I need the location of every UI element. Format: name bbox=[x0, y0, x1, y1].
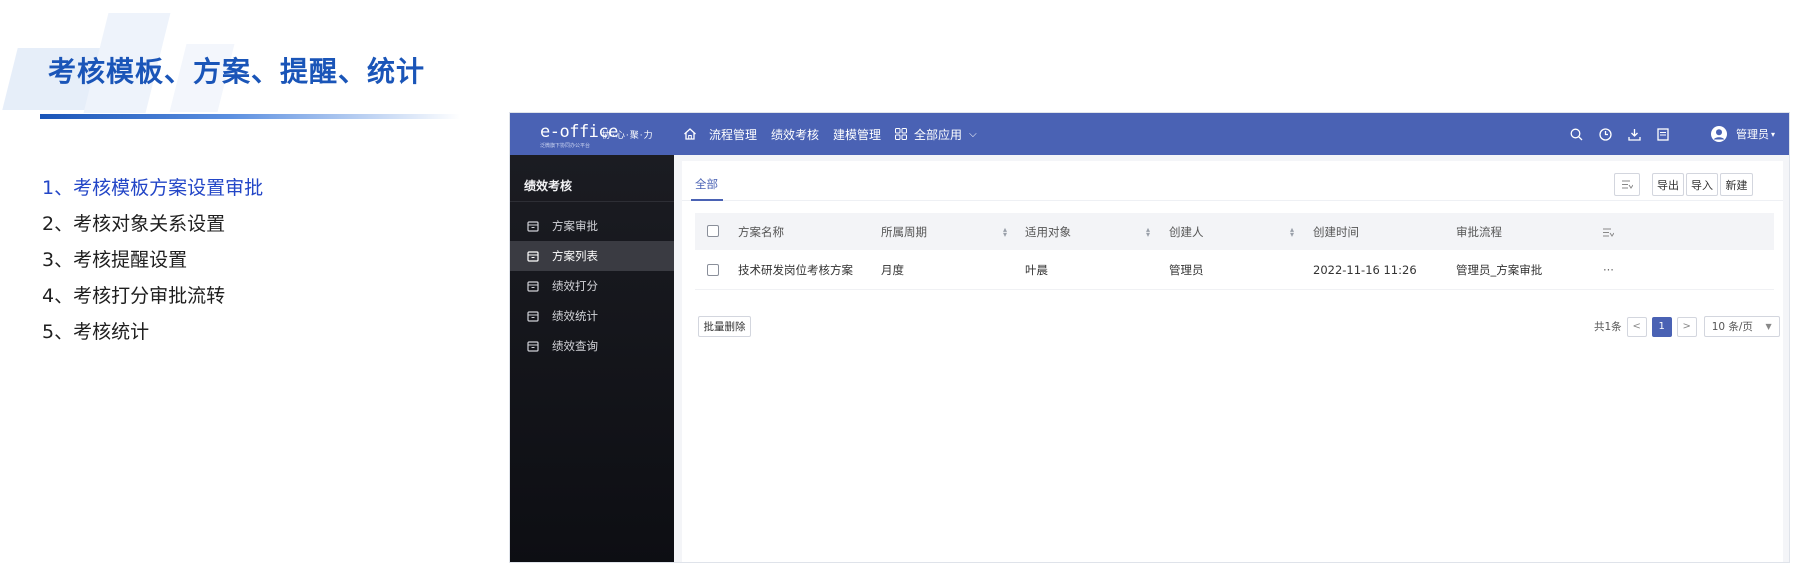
slogan: 协·心·聚·力 bbox=[602, 131, 654, 141]
sidebar-item-label: 方案列表 bbox=[552, 249, 598, 263]
sidebar-item-plan-approval[interactable]: 方案审批 bbox=[510, 211, 674, 241]
filter-settings-button[interactable] bbox=[1614, 173, 1640, 196]
approval-flow-cell: 管理员_方案审批 bbox=[1456, 262, 1543, 277]
user-name: 管理员 bbox=[1735, 128, 1769, 141]
tab-indicator bbox=[691, 199, 723, 201]
agenda-item: 4、考核打分审批流转 bbox=[42, 285, 226, 307]
total-count: 共1条 bbox=[1594, 321, 1622, 333]
title-underline bbox=[40, 114, 460, 119]
home-icon[interactable] bbox=[683, 126, 699, 142]
folder-icon bbox=[527, 221, 539, 232]
sort-icon[interactable]: ▴ ▾ bbox=[1146, 226, 1150, 239]
sort-icon[interactable]: ▴ ▾ bbox=[1003, 226, 1007, 239]
column-header: 方案名称 bbox=[738, 224, 784, 239]
target-cell: 叶晨 bbox=[1025, 262, 1048, 277]
top-icons bbox=[1555, 113, 1671, 155]
caret-down-icon: ▾ bbox=[1770, 129, 1775, 139]
main-content: 全部 导出 导入 新建 方案名称 所属周期 ▴ ▾ 适用对象 ▴ ▾ 创建人 ▴ ▾ … bbox=[674, 155, 1789, 562]
sort-icon[interactable]: ▴ ▾ bbox=[1290, 226, 1294, 239]
table-header: 方案名称 所属周期 ▴ ▾ 适用对象 ▴ ▾ 创建人 ▴ ▾ 创建时间 审批流程 bbox=[695, 213, 1774, 250]
agenda-item: 5、考核统计 bbox=[42, 321, 150, 343]
content-panel: 全部 导出 导入 新建 方案名称 所属周期 ▴ ▾ 适用对象 ▴ ▾ 创建人 ▴ ▾ … bbox=[682, 161, 1783, 562]
page-size-value: 10 条/页 bbox=[1711, 321, 1753, 333]
select-all-checkbox[interactable] bbox=[707, 225, 719, 237]
sidebar-heading: 绩效考核 bbox=[524, 179, 573, 193]
download-icon[interactable] bbox=[1626, 126, 1642, 142]
agenda-item: 2、考核对象关系设置 bbox=[42, 213, 226, 235]
folder-icon bbox=[527, 281, 539, 292]
all-apps-label: 全部应用 bbox=[914, 127, 963, 142]
row-checkbox[interactable] bbox=[707, 264, 719, 276]
page-size-select[interactable]: 10 条/页 ▼ bbox=[1703, 316, 1780, 337]
sidebar: 绩效考核 方案审批 方案列表 绩效打分 绩效统计 绩效查询 bbox=[510, 155, 674, 562]
creator-cell: 管理员 bbox=[1169, 262, 1204, 277]
more-actions-icon[interactable]: ··· bbox=[1603, 263, 1614, 277]
sidebar-item-plan-list[interactable]: 方案列表 bbox=[510, 241, 674, 271]
nav-item-performance[interactable]: 绩效考核 bbox=[771, 126, 819, 143]
chevron-down-icon: ⌵ bbox=[969, 128, 977, 140]
folder-icon bbox=[527, 341, 539, 352]
cycle-cell: 月度 bbox=[881, 262, 904, 277]
agenda-item: 1、考核模板方案设置审批 bbox=[42, 177, 264, 199]
page-number[interactable]: 1 bbox=[1651, 316, 1672, 337]
folder-icon bbox=[527, 251, 539, 262]
tab-all[interactable]: 全部 bbox=[695, 176, 718, 192]
export-button[interactable]: 导出 bbox=[1652, 173, 1684, 196]
sidebar-item-label: 绩效查询 bbox=[552, 339, 598, 353]
column-header: 创建时间 bbox=[1313, 224, 1359, 239]
top-navigation-bar: e-office 泛微旗下协同办公平台 协·心·聚·力 流程管理 绩效考核 建模… bbox=[510, 113, 1789, 155]
logo-tagline: 泛微旗下协同办公平台 bbox=[540, 143, 591, 149]
sidebar-item-label: 绩效打分 bbox=[552, 279, 598, 293]
column-header: 审批流程 bbox=[1456, 224, 1502, 239]
prev-page-button[interactable]: < bbox=[1626, 316, 1647, 337]
new-button[interactable]: 新建 bbox=[1720, 173, 1753, 196]
bulk-delete-button[interactable]: 批量删除 bbox=[698, 316, 751, 337]
column-header[interactable]: 所属周期 bbox=[881, 224, 927, 240]
column-settings-icon[interactable] bbox=[1603, 226, 1615, 240]
search-icon[interactable] bbox=[1568, 126, 1584, 142]
tab-bar: 全部 导出 导入 新建 bbox=[682, 161, 1783, 201]
agenda-list: 1、考核模板方案设置审批 2、考核对象关系设置 3、考核提醒设置 4、考核打分审… bbox=[42, 170, 263, 350]
filter-icon bbox=[1621, 180, 1633, 189]
plan-name-cell[interactable]: 技术研发岗位考核方案 bbox=[738, 262, 853, 278]
apps-grid-icon bbox=[895, 127, 909, 141]
folder-icon bbox=[527, 311, 539, 322]
main-nav: 流程管理 绩效考核 建模管理 全部应用 ⌵ bbox=[683, 113, 977, 155]
agenda-item: 3、考核提醒设置 bbox=[42, 249, 188, 271]
caret-down-icon: ▼ bbox=[1765, 322, 1772, 331]
avatar bbox=[1710, 126, 1727, 142]
clock-icon[interactable] bbox=[1597, 126, 1613, 142]
nav-item-workflow[interactable]: 流程管理 bbox=[709, 126, 757, 143]
nav-item-modeling[interactable]: 建模管理 bbox=[833, 126, 881, 143]
sidebar-item-query[interactable]: 绩效查询 bbox=[510, 331, 674, 361]
next-page-button[interactable]: > bbox=[1676, 316, 1697, 337]
import-button[interactable]: 导入 bbox=[1686, 173, 1718, 196]
table-row[interactable]: 技术研发岗位考核方案 月度 叶晨 管理员 2022-11-16 11:26 管理… bbox=[695, 250, 1774, 290]
app-window: e-office 泛微旗下协同办公平台 协·心·聚·力 流程管理 绩效考核 建模… bbox=[509, 112, 1790, 563]
sidebar-item-statistics[interactable]: 绩效统计 bbox=[510, 301, 674, 331]
sidebar-item-label: 绩效统计 bbox=[552, 309, 598, 323]
slide-title: 考核模板、方案、提醒、统计 bbox=[48, 55, 426, 88]
column-header[interactable]: 创建人 bbox=[1169, 224, 1204, 240]
all-apps-menu[interactable]: 全部应用 ⌵ bbox=[895, 126, 977, 143]
document-icon[interactable] bbox=[1655, 126, 1671, 142]
pagination: 共1条 < 1 > 10 条/页 ▼ bbox=[1594, 316, 1780, 337]
created-time-cell: 2022-11-16 11:26 bbox=[1313, 262, 1417, 277]
sidebar-item-scoring[interactable]: 绩效打分 bbox=[510, 271, 674, 301]
sidebar-item-label: 方案审批 bbox=[552, 219, 598, 233]
sidebar-divider bbox=[510, 201, 674, 202]
user-menu[interactable]: 管理员 ▾ bbox=[1710, 113, 1775, 155]
column-header[interactable]: 适用对象 bbox=[1025, 224, 1071, 240]
